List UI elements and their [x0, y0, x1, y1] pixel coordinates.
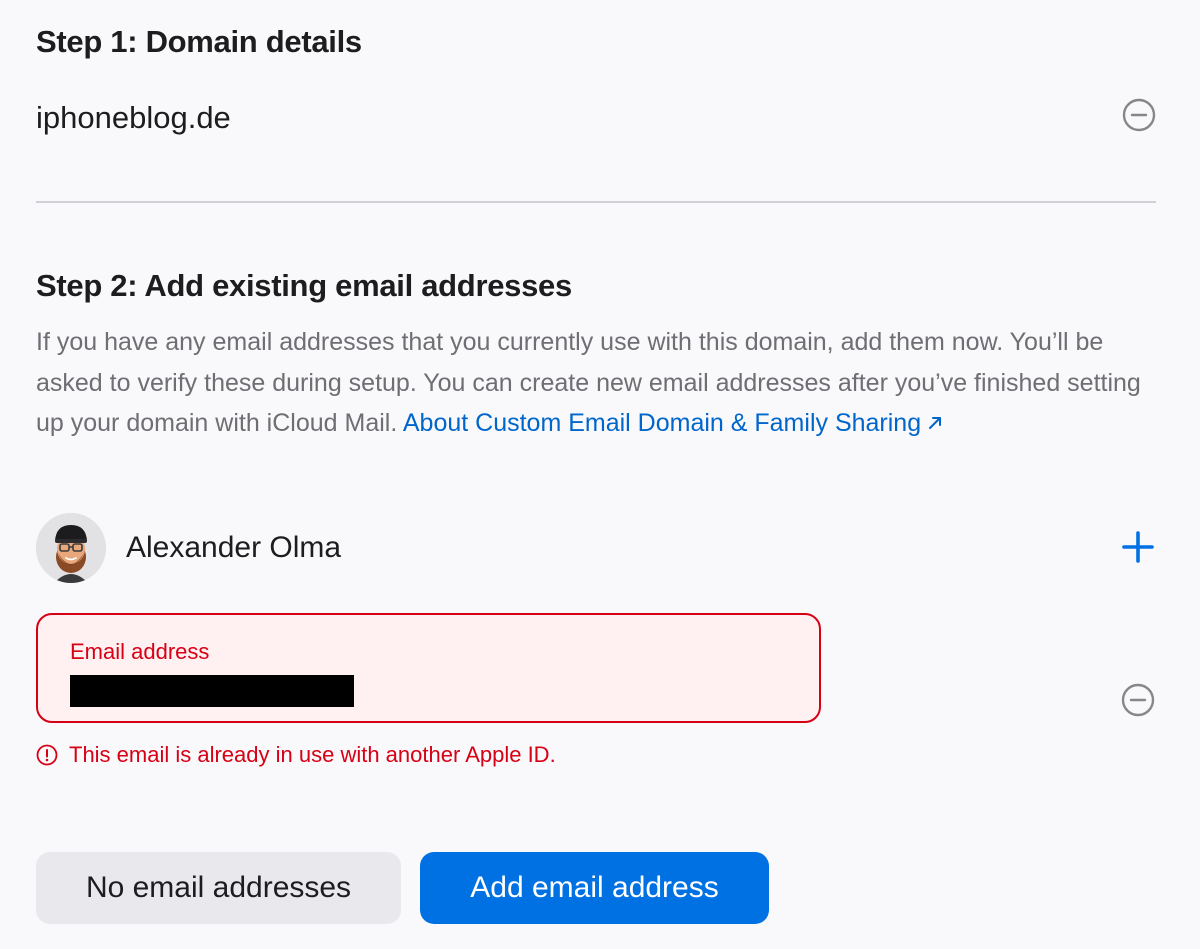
domain-row: iphoneblog.de	[36, 98, 1156, 140]
exclamation-circle-icon	[36, 744, 58, 766]
memoji-avatar	[36, 513, 106, 583]
step1-heading: Step 1: Domain details	[36, 24, 362, 59]
plus-icon	[1122, 531, 1154, 563]
family-member-row: Alexander Olma	[36, 513, 1156, 585]
member-name: Alexander Olma	[126, 531, 342, 564]
remove-email-button[interactable]	[1121, 683, 1155, 717]
domain-name: iphoneblog.de	[36, 100, 231, 135]
add-email-address-button[interactable]: Add email address	[420, 852, 769, 924]
family-sharing-link[interactable]: About Custom Email Domain & Family Shari…	[403, 409, 945, 437]
email-field-label: Email address	[70, 639, 210, 664]
custom-domain-setup-page: Step 1: Domain details iphoneblog.de Ste…	[0, 0, 1200, 949]
email-address-field[interactable]: Email address	[36, 613, 821, 723]
email-input[interactable]	[70, 675, 354, 707]
error-message-row: This email is already in use with anothe…	[36, 741, 556, 769]
external-arrow-icon	[929, 417, 942, 429]
section-divider	[36, 201, 1156, 203]
family-sharing-link-label: About Custom Email Domain & Family Shari…	[402, 409, 922, 437]
step2-heading: Step 2: Add existing email addresses	[36, 268, 572, 303]
add-email-plus-button[interactable]	[1120, 529, 1156, 565]
minus-circle-icon	[1122, 98, 1156, 132]
no-email-addresses-button[interactable]: No email addresses	[36, 852, 401, 924]
minus-circle-icon	[1121, 683, 1155, 717]
error-message: This email is already in use with anothe…	[69, 742, 556, 767]
step2-description: If you have any email addresses that you…	[36, 322, 1166, 444]
remove-domain-button[interactable]	[1122, 98, 1156, 132]
